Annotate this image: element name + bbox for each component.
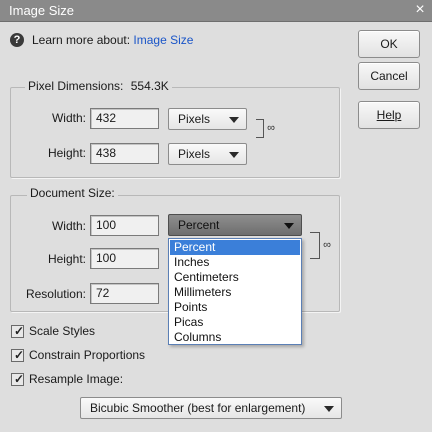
resolution-label: Resolution: <box>25 287 86 301</box>
resample-image-checkbox[interactable]: ✓ <box>11 372 25 386</box>
pixel-width-label: Width: <box>51 111 86 125</box>
dropdown-option-centimeters[interactable]: Centimeters <box>170 270 300 285</box>
scale-styles-checkbox[interactable]: ✓ <box>11 324 25 338</box>
learn-more-line: Learn more about: Image Size <box>32 33 193 47</box>
dropdown-option-millimeters[interactable]: Millimeters <box>170 285 300 300</box>
help-circle-icon: ? <box>10 33 24 47</box>
pixel-width-field[interactable]: 432 <box>90 108 159 129</box>
constrain-proportions-checkbox[interactable]: ✓ <box>11 348 25 362</box>
doc-width-unit-select[interactable]: Percent <box>168 214 302 236</box>
pixel-height-unit-select[interactable]: Pixels <box>168 143 247 165</box>
window-title: Image Size <box>9 3 75 18</box>
chevron-down-icon <box>229 152 239 158</box>
ok-button[interactable]: OK <box>358 30 420 58</box>
resample-method-value: Bicubic Smoother (best for enlargement) <box>90 401 306 415</box>
pixel-height-label: Height: <box>47 146 86 160</box>
pixel-height-field[interactable]: 438 <box>90 143 159 164</box>
chevron-down-icon <box>229 117 239 123</box>
dropdown-option-columns[interactable]: Columns <box>170 330 300 345</box>
document-size-title: Document Size: <box>27 186 118 200</box>
unit-dropdown-list: Percent Inches Centimeters Millimeters P… <box>168 238 302 345</box>
chain-link-icon: ∞ <box>323 239 331 251</box>
help-button-label: Help <box>376 108 402 122</box>
pixel-dimensions-label: Pixel Dimensions: <box>28 79 124 93</box>
title-bar: Image Size × <box>0 0 432 22</box>
pixel-width-unit-value: Pixels <box>178 112 211 126</box>
doc-height-label: Height: <box>47 252 86 266</box>
learn-more-link[interactable]: Image Size <box>133 33 193 47</box>
help-button[interactable]: Help <box>358 101 420 129</box>
chain-link-icon: ∞ <box>267 122 275 134</box>
close-icon[interactable]: × <box>412 2 428 18</box>
pixel-link-bracket <box>256 119 264 138</box>
cancel-button[interactable]: Cancel <box>358 62 420 90</box>
learn-more-prefix: Learn more about: <box>32 33 131 47</box>
doc-width-label: Width: <box>51 219 86 233</box>
pixel-height-unit-value: Pixels <box>178 147 211 161</box>
pixel-width-unit-select[interactable]: Pixels <box>168 108 247 130</box>
resolution-field[interactable]: 72 <box>90 283 159 304</box>
resample-image-label: Resample Image: <box>29 372 124 386</box>
checkmark-icon: ✓ <box>14 348 25 362</box>
doc-width-field[interactable]: 100 <box>90 215 159 236</box>
constrain-proportions-label: Constrain Proportions <box>29 348 146 362</box>
chevron-down-icon <box>324 406 334 412</box>
scale-styles-label: Scale Styles <box>29 324 96 338</box>
doc-width-unit-value: Percent <box>178 218 220 232</box>
resample-method-select[interactable]: Bicubic Smoother (best for enlargement) <box>80 397 342 419</box>
chevron-down-icon <box>284 223 294 229</box>
dropdown-option-points[interactable]: Points <box>170 300 300 315</box>
dropdown-option-picas[interactable]: Picas <box>170 315 300 330</box>
checkmark-icon: ✓ <box>14 372 25 386</box>
checkmark-icon: ✓ <box>14 324 25 338</box>
pixel-dimensions-title: Pixel Dimensions: 554.3K <box>25 79 172 93</box>
dropdown-option-inches[interactable]: Inches <box>170 255 300 270</box>
pixel-dimensions-size: 554.3K <box>130 79 169 93</box>
dropdown-option-percent[interactable]: Percent <box>170 240 300 255</box>
doc-height-field[interactable]: 100 <box>90 248 159 269</box>
doc-link-bracket <box>310 232 320 259</box>
